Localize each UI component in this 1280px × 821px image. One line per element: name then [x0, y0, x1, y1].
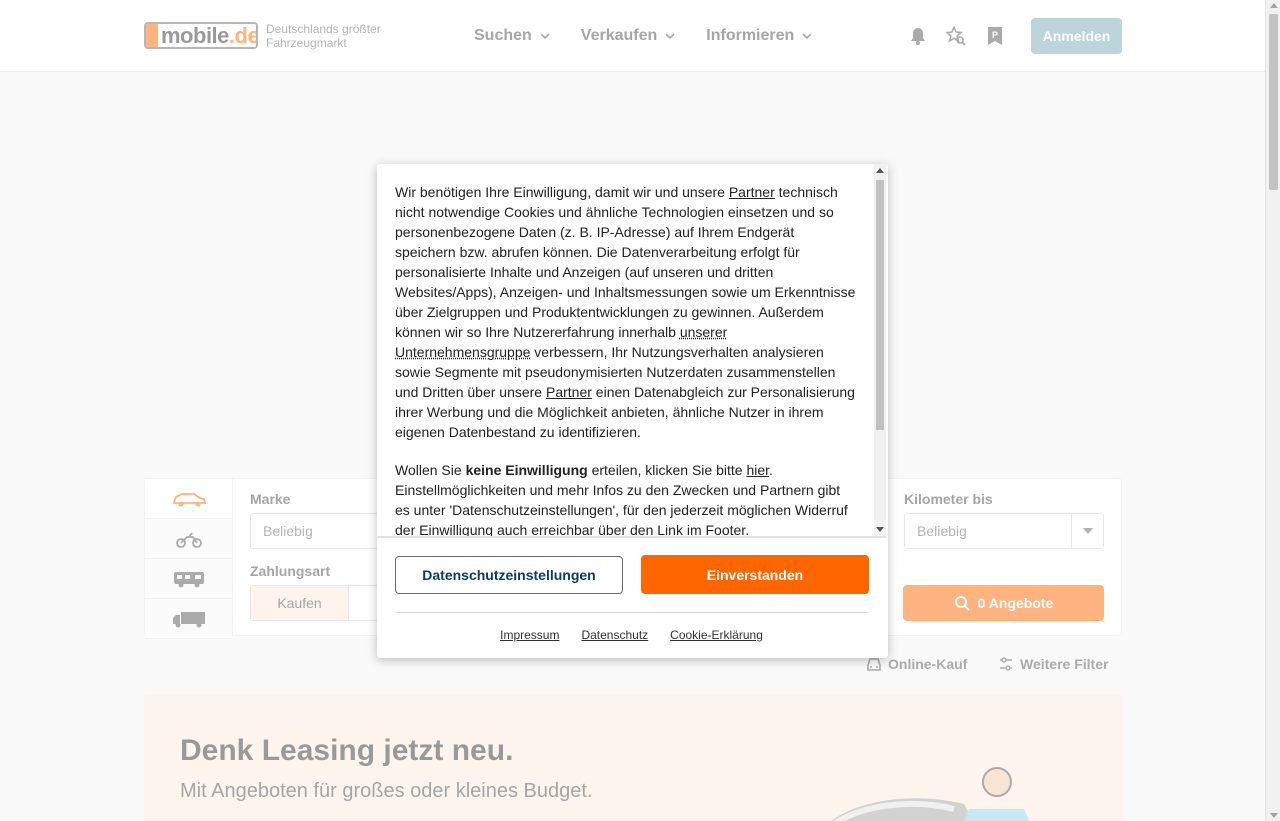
cookie-statement-link[interactable]: Cookie-Erklärung [670, 628, 763, 642]
consent-text: erteilen, klicken Sie bitte [587, 462, 747, 478]
consent-scrollbar[interactable] [874, 164, 886, 536]
consent-text: Wollen Sie [395, 462, 466, 478]
partner-link[interactable]: Partner [729, 184, 775, 200]
footer-divider [395, 612, 869, 613]
accept-button[interactable]: Einverstanden [641, 555, 869, 594]
imprint-link[interactable]: Impressum [500, 628, 559, 642]
consent-footer-links: Impressum Datenschutz Cookie-Erklärung [377, 628, 886, 642]
no-consent-emphasis: keine Einwilligung [465, 462, 588, 478]
consent-text: Wir benötigen Ihre Einwilligung, damit w… [395, 184, 729, 200]
scroll-up-arrow[interactable] [876, 168, 884, 173]
decline-here-link[interactable]: hier [746, 462, 769, 478]
scroll-down-arrow[interactable] [1270, 813, 1278, 818]
partner-link[interactable]: Partner [546, 384, 592, 400]
cookie-consent-dialog: Wir benötigen Ihre Einwilligung, damit w… [377, 164, 888, 658]
privacy-settings-button[interactable]: Datenschutzeinstellungen [395, 556, 623, 594]
consent-paragraph-1: Wir benötigen Ihre Einwilligung, damit w… [395, 182, 856, 442]
consent-text: technisch nicht notwendige Cookies und ä… [395, 184, 856, 340]
privacy-link[interactable]: Datenschutz [581, 628, 648, 642]
consent-paragraph-2: Wollen Sie keine Einwilligung erteilen, … [395, 460, 856, 536]
consent-text-area[interactable]: Wir benötigen Ihre Einwilligung, damit w… [377, 164, 874, 536]
scroll-up-arrow[interactable] [1270, 3, 1278, 8]
scrollbar-thumb[interactable] [1269, 14, 1278, 190]
page-scrollbar[interactable] [1265, 0, 1280, 821]
scroll-down-arrow[interactable] [876, 527, 884, 532]
scrollbar-thumb[interactable] [876, 180, 884, 430]
consent-divider [377, 536, 886, 538]
